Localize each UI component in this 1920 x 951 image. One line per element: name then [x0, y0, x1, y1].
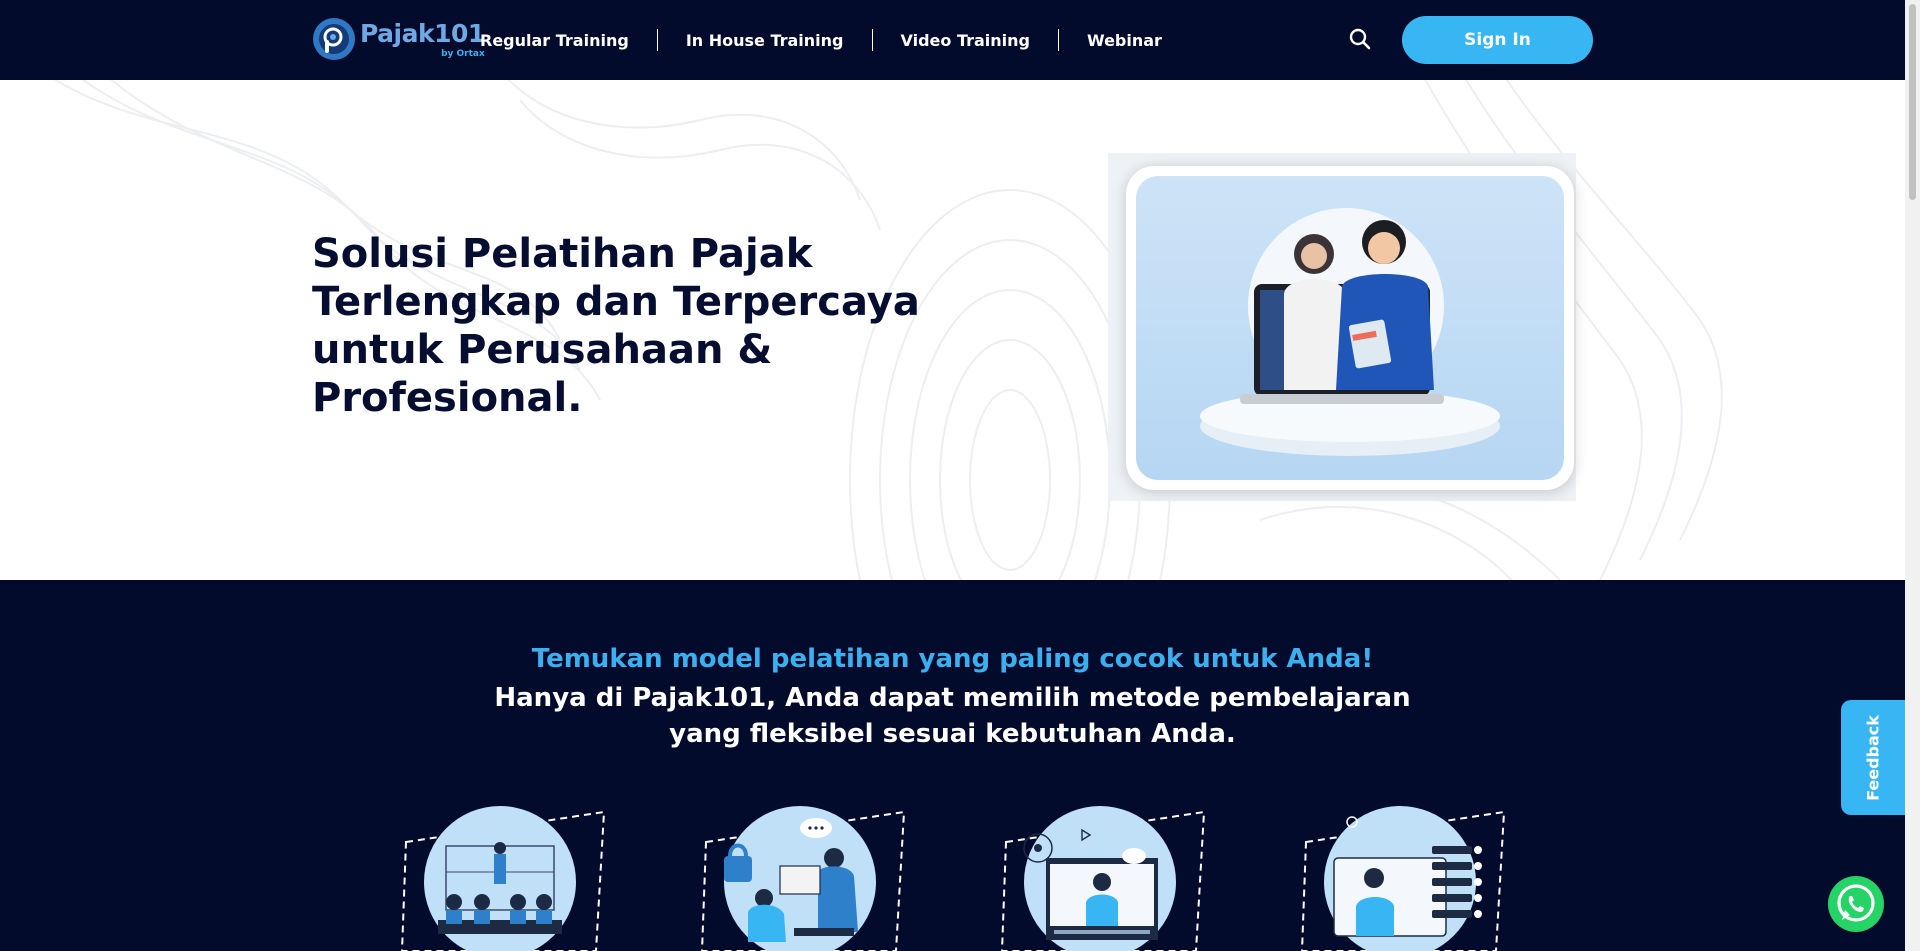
section-description: Hanya di Pajak101, Anda dapat memilih me…: [494, 683, 1411, 749]
section-subheading: Hanya di Pajak101, Anda dapat memilih me…: [0, 680, 1905, 752]
webinar-illustration[interactable]: [1294, 802, 1514, 951]
logo-mark-icon: [312, 17, 356, 61]
training-models-section: Temukan model pelatihan yang paling coco…: [0, 580, 1905, 951]
main-menu: Regular Training In House Training Video…: [480, 22, 1162, 58]
section-heading: Temukan model pelatihan yang paling coco…: [531, 644, 1374, 674]
feedback-label: Feedback: [1863, 714, 1883, 801]
sign-in-button[interactable]: Sign In: [1402, 16, 1593, 64]
feedback-tab[interactable]: Feedback: [1841, 700, 1905, 815]
pajak101-logo[interactable]: Pajak101 by Ortax: [312, 16, 485, 62]
logo-text: Pajak101: [360, 19, 485, 48]
regular-training-illustration[interactable]: [394, 802, 614, 951]
nav-regular-training[interactable]: Regular Training: [480, 31, 629, 50]
scrollbar-thumb[interactable]: [1909, 4, 1916, 200]
in-house-training-illustration[interactable]: [694, 802, 914, 951]
search-icon[interactable]: [1348, 27, 1372, 51]
hero-headline: Solusi Pelatihan Pajak Terlengkap dan Te…: [312, 231, 920, 421]
menu-divider: [871, 29, 873, 51]
nav-in-house-training[interactable]: In House Training: [686, 31, 844, 50]
video-training-illustration[interactable]: [994, 802, 1214, 951]
hero-illustration: [1136, 176, 1564, 480]
contour-background-pattern: [53, 80, 1723, 580]
nav-video-training[interactable]: Video Training: [901, 31, 1031, 50]
top-navbar: Pajak101 by Ortax Regular Training In Ho…: [0, 0, 1905, 80]
whatsapp-chat-icon[interactable]: [1828, 876, 1884, 932]
menu-divider: [1058, 29, 1059, 51]
logo-subtext: by Ortax: [441, 49, 485, 59]
logo-wordmark: Pajak101 by Ortax: [360, 17, 485, 61]
hero-section: Solusi Pelatihan Pajak Terlengkap dan Te…: [0, 80, 1905, 580]
menu-divider: [656, 29, 658, 51]
nav-webinar[interactable]: Webinar: [1087, 31, 1162, 50]
